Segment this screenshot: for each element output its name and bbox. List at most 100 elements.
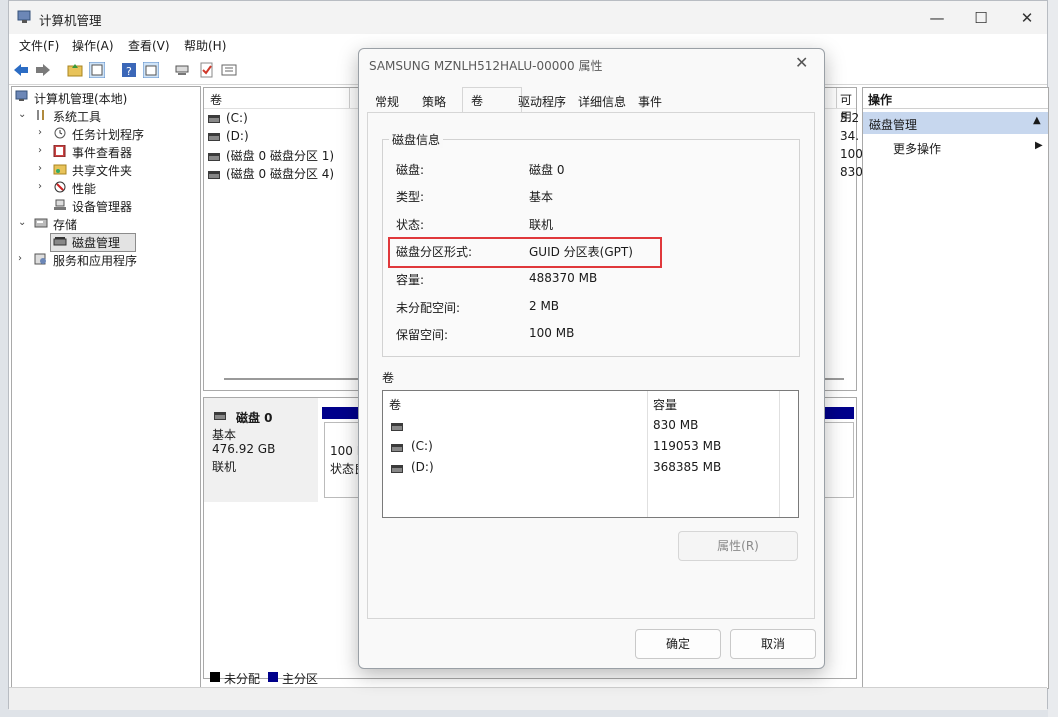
ok-button[interactable]: 确定 [635,629,721,659]
tree-system-tools[interactable]: 系统工具 [53,108,101,125]
menu-help[interactable]: 帮助(H) [184,37,226,54]
tree-device-manager[interactable]: 设备管理器 [72,198,132,215]
info-key: 磁盘分区形式: [396,245,473,259]
window-title: 计算机管理 [39,13,102,28]
tab-policies[interactable]: 策略 [420,91,448,113]
chevron-down-icon[interactable]: ⌄ [18,109,26,120]
menu-action[interactable]: 操作(A) [72,37,114,54]
chevron-right-icon[interactable]: › [38,127,42,138]
volumes-label: 卷 [382,371,395,385]
disk-properties-dialog: SAMSUNG MZNLH512HALU-00000 属性 ✕ 常规 策略 卷 … [358,48,825,669]
volumes-tab-panel: 磁盘信息 磁盘: 磁盘 0 类型: 基本 状态: 联机 磁盘分区形式: GUID… [367,113,815,619]
details-view-icon[interactable] [221,62,237,78]
disk-info-group: 磁盘信息 磁盘: 磁盘 0 类型: 基本 状态: 联机 磁盘分区形式: GUID… [382,131,800,357]
menu-view[interactable]: 查看(V) [128,37,170,54]
legend-primary: 主分区 [282,672,319,686]
disk-info-box[interactable]: 磁盘 0 基本 476.92 GB 联机 [204,398,318,502]
column-capacity[interactable]: 容量 [653,396,677,413]
checklist-icon[interactable] [199,62,215,78]
list-item[interactable]: (磁盘 0 磁盘分区 1) [208,147,334,164]
tab-details[interactable]: 详细信息 [576,91,628,113]
disk-size: 476.92 GB [212,442,276,456]
collapse-up-icon[interactable]: ▲ [1033,115,1041,126]
actions-section[interactable]: 磁盘管理 ▲ [863,112,1048,134]
actions-title: 操作 [868,93,893,107]
free-value: 830 [840,165,863,179]
disk-status: 联机 [212,460,237,474]
tab-general[interactable]: 常规 [373,91,401,113]
title-bar[interactable]: 计算机管理 — ☐ ✕ [9,1,1047,34]
legend-swatch-unallocated [210,672,220,682]
tree-storage[interactable]: 存储 [53,216,77,233]
chevron-right-icon[interactable]: › [38,145,42,156]
drive-icon [208,170,220,179]
tab-driver[interactable]: 驱动程序 [516,91,568,113]
disk-icon [214,412,226,420]
computer-management-icon [17,10,31,23]
tools-icon [37,110,44,120]
menu-file[interactable]: 文件(F) [19,37,59,54]
actions-header: 操作 [863,88,1048,109]
tree-performance[interactable]: 性能 [72,180,96,197]
list-item[interactable]: (C:) [208,111,248,125]
drive-icon [208,114,220,123]
chevron-right-icon[interactable]: › [18,253,22,264]
group-title: 磁盘信息 [389,131,444,148]
cancel-button[interactable]: 取消 [730,629,816,659]
close-window-button[interactable]: ✕ [1017,9,1037,27]
info-value: 基本 [529,190,554,204]
close-icon[interactable]: ✕ [795,53,808,72]
tree-task-scheduler[interactable]: 任务计划程序 [72,126,144,143]
drive-icon [208,152,220,161]
info-key: 容量: [396,273,425,287]
tree-root[interactable]: 计算机管理(本地) [34,90,127,107]
show-hide-tree-icon[interactable] [89,62,105,78]
help-icon[interactable]: ? [121,62,137,78]
more-actions[interactable]: 更多操作 [893,140,941,157]
column-volume[interactable]: 卷 [389,396,401,413]
properties-view-icon[interactable] [143,62,159,78]
tree-event-viewer[interactable]: 事件查看器 [72,144,132,161]
navigation-tree: 计算机管理(本地) ⌄ 系统工具 › 任务计划程序 › 事件查看器 › 共享文件… [11,86,201,688]
submenu-arrow-icon: ▶ [1035,140,1043,151]
tab-events[interactable]: 事件 [636,91,664,113]
dialog-title: SAMSUNG MZNLH512HALU-00000 属性 [369,59,603,73]
services-icon [34,253,46,265]
maximize-button[interactable]: ☐ [971,9,991,27]
shared-folder-icon [53,164,67,175]
volume-properties-button[interactable]: 属性(R) [678,531,798,561]
forward-arrow-icon[interactable] [35,62,51,78]
actions-pane: 操作 磁盘管理 ▲ 更多操作 ▶ [862,87,1049,689]
chevron-right-icon[interactable]: › [38,181,42,192]
drive-icon [391,444,403,452]
info-value: 联机 [529,218,554,232]
tree-shared-folders[interactable]: 共享文件夹 [72,162,132,179]
info-key: 状态: [396,218,425,232]
info-value: 488370 MB [529,271,598,285]
tree-services-apps[interactable]: 服务和应用程序 [53,252,137,269]
connect-icon[interactable] [175,62,191,78]
up-folder-icon[interactable] [67,62,83,78]
chevron-down-icon[interactable]: ⌄ [18,217,26,228]
minimize-button[interactable]: — [927,9,947,27]
background-desktop [1048,0,1058,717]
tab-volumes[interactable]: 卷 [462,87,522,114]
chevron-right-icon[interactable]: › [38,163,42,174]
volumes-table[interactable]: 卷 容量 830 MB (C:) 119053 MB (D:) 368385 M… [382,390,799,518]
computer-icon [15,90,28,101]
disk-name: 磁盘 0 [236,411,273,425]
volume-capacity: 830 MB [653,418,699,432]
back-arrow-icon[interactable] [13,62,29,78]
disk-icon [53,237,67,246]
drive-icon [208,132,220,141]
svg-text:?: ? [126,65,132,78]
drive-icon [391,465,403,473]
column-volume[interactable]: 卷 [210,91,222,108]
list-item[interactable]: (磁盘 0 磁盘分区 4) [208,165,334,182]
info-value: 磁盘 0 [529,163,565,177]
clock-icon [54,127,66,139]
tree-disk-management[interactable]: 磁盘管理 [72,234,120,251]
volume-capacity: 119053 MB [653,439,722,453]
list-item[interactable]: (D:) [208,129,249,143]
info-value: GUID 分区表(GPT) [529,245,633,259]
